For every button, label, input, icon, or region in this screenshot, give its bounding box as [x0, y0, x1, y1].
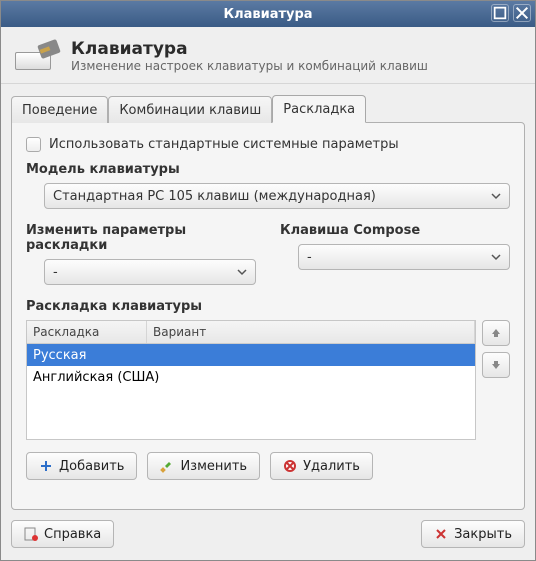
close-button[interactable]: Закрыть: [421, 520, 525, 548]
table-row[interactable]: Русская: [27, 344, 475, 366]
header: Клавиатура Изменение настроек клавиатуры…: [1, 27, 535, 83]
change-layout-options-select[interactable]: -: [44, 259, 256, 285]
column-layout[interactable]: Раскладка: [27, 321, 147, 343]
compose-key-select[interactable]: -: [298, 244, 510, 270]
tab-shortcuts[interactable]: Комбинации клавиш: [108, 96, 272, 123]
keyboard-settings-icon: [15, 42, 59, 70]
arrow-down-icon: [489, 358, 503, 372]
window-minimize-button[interactable]: [491, 4, 509, 22]
table-row[interactable]: Английская (США): [27, 366, 475, 388]
tab-layout[interactable]: Раскладка: [272, 95, 366, 123]
add-button[interactable]: Добавить: [26, 452, 137, 480]
pencil-icon: [160, 459, 174, 473]
use-system-defaults-label: Использовать стандартные системные парам…: [49, 137, 399, 152]
tab-layout-panel: Использовать стандартные системные парам…: [11, 122, 525, 510]
edit-button[interactable]: Изменить: [147, 452, 260, 480]
plus-icon: [39, 459, 53, 473]
window-content: Клавиатура Изменение настроек клавиатуры…: [1, 27, 535, 560]
arrow-up-icon: [489, 326, 503, 340]
use-system-defaults-checkbox[interactable]: [26, 137, 41, 152]
keyboard-model-label: Модель клавиатуры: [26, 162, 510, 177]
window-title: Клавиатура: [223, 7, 312, 22]
column-variant[interactable]: Вариант: [147, 321, 475, 343]
chevron-down-icon: [491, 252, 501, 262]
dialog-footer: Справка Закрыть: [1, 510, 535, 560]
delete-button[interactable]: Удалить: [270, 452, 373, 480]
move-up-button[interactable]: [482, 320, 510, 346]
change-layout-options-label: Изменить параметры раскладки: [26, 223, 256, 253]
page-title: Клавиатура: [71, 39, 428, 59]
chevron-down-icon: [237, 267, 247, 277]
dialog-window: Клавиатура Клавиатура Изменение настроек…: [0, 0, 536, 561]
help-button[interactable]: Справка: [11, 520, 114, 548]
close-icon: [434, 527, 448, 541]
chevron-down-icon: [491, 191, 501, 201]
keyboard-model-select[interactable]: Стандартная PC 105 клавиш (международная…: [44, 183, 510, 209]
help-icon: [24, 527, 38, 541]
tabbar: Поведение Комбинации клавиш Раскладка: [11, 94, 525, 122]
move-down-button[interactable]: [482, 352, 510, 378]
layouts-table[interactable]: Раскладка Вариант Русская Английская (СШ…: [26, 320, 476, 440]
page-subtitle: Изменение настроек клавиатуры и комбинац…: [71, 59, 428, 73]
keyboard-layouts-label: Раскладка клавиатуры: [26, 299, 510, 314]
window-close-button[interactable]: [513, 4, 531, 22]
delete-icon: [283, 459, 297, 473]
compose-key-label: Клавиша Compose: [280, 223, 510, 238]
tab-behavior[interactable]: Поведение: [11, 96, 108, 123]
titlebar[interactable]: Клавиатура: [1, 1, 535, 27]
